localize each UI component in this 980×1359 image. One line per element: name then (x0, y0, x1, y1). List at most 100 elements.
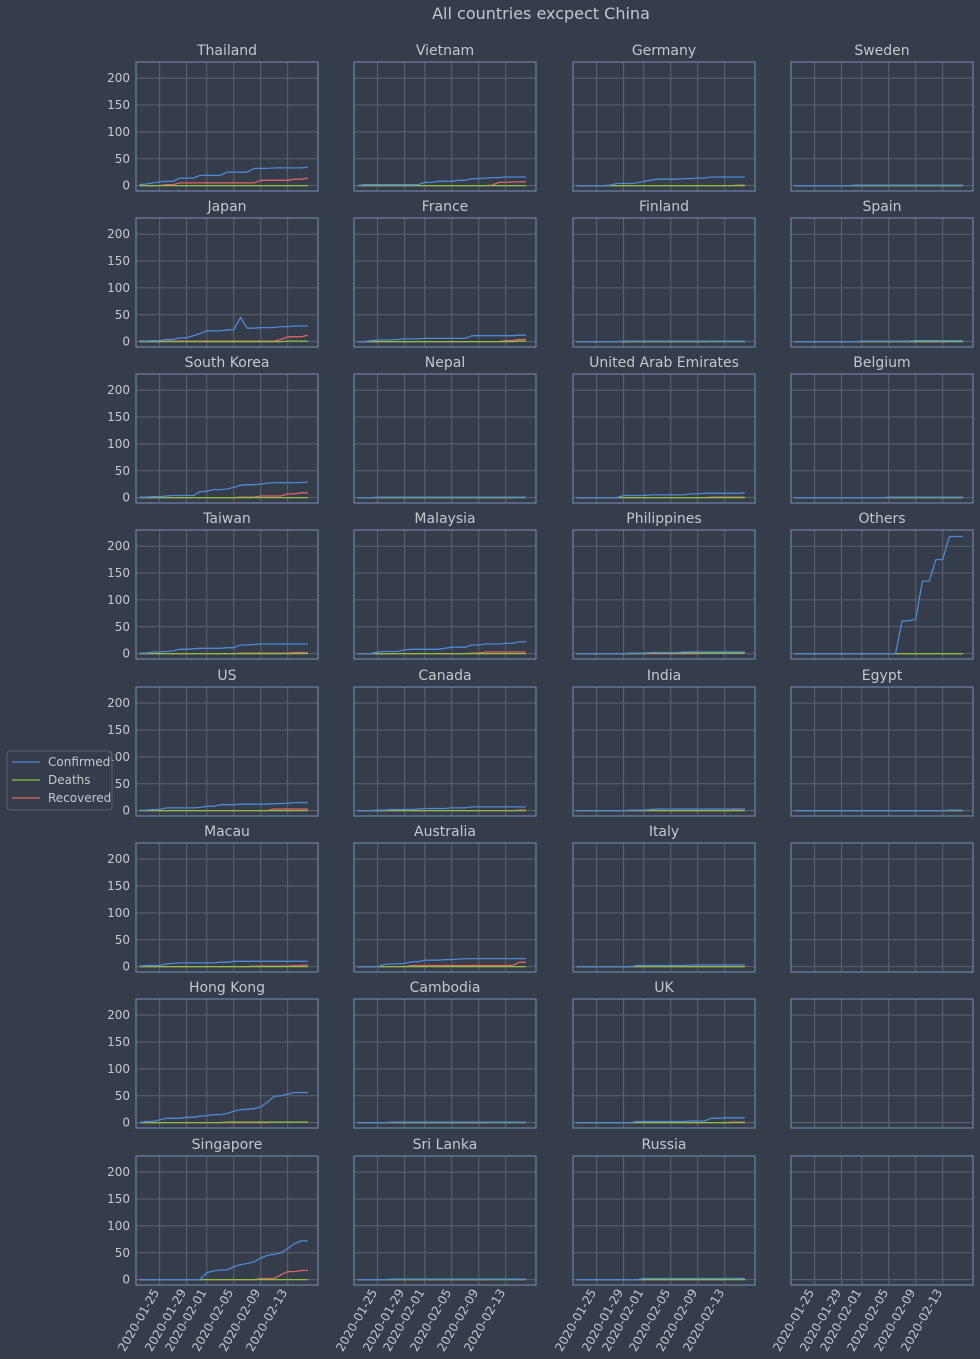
panel-title: Hong Kong (189, 980, 265, 996)
panel-plot-area (791, 218, 973, 347)
panel-plot-area (573, 374, 755, 503)
small-multiples-chart: All countries excpect China Thailand 0 50 1… (0, 0, 980, 1359)
y-tick-label: 150 (107, 410, 130, 424)
panel: United Arab Emirates (572, 355, 756, 504)
series-line-confirmed (794, 809, 963, 812)
panel (790, 998, 974, 1129)
panel-plot-area (136, 687, 318, 816)
panel-plot-area (136, 999, 318, 1128)
y-tick-label: 50 (115, 777, 130, 791)
panel-title: Nepal (425, 355, 465, 371)
panel: Vietnam (353, 43, 537, 192)
panel-plot-area (573, 530, 755, 659)
panel: Taiwan 0 50 100 150 200 (107, 511, 319, 661)
y-tick-label: 200 (107, 696, 130, 710)
y-tick-label: 200 (107, 1165, 130, 1179)
panel-plot-area (354, 218, 536, 347)
panel-title: France (422, 199, 469, 215)
y-tick-label: 0 (122, 1273, 130, 1287)
y-tick-label: 0 (122, 179, 130, 193)
panel-title: India (647, 668, 681, 684)
panel: Nepal (353, 355, 537, 504)
panel-title: Cambodia (410, 980, 481, 996)
legend-label-recovered: Recovered (48, 791, 111, 805)
panel-title: South Korea (185, 355, 270, 371)
panel-title: Russia (641, 1137, 686, 1153)
panel: Philippines (572, 511, 756, 660)
panel: Canada (353, 668, 537, 817)
y-tick-label: 50 (115, 1246, 130, 1260)
series-line-confirmed (357, 496, 526, 499)
panel-plot-area (573, 843, 755, 972)
panel: UK (572, 980, 756, 1129)
panel: Hong Kong 0 50 100 150 200 (107, 980, 319, 1130)
series-line-deaths (139, 1121, 308, 1124)
series-line-deaths (139, 340, 308, 343)
panel: Sweden (790, 43, 974, 192)
panel: Finland (572, 199, 756, 348)
y-tick-label: 100 (107, 1062, 130, 1076)
y-tick-label: 100 (107, 906, 130, 920)
panel-plot-area (573, 1156, 755, 1285)
panel-plot-area (791, 843, 973, 972)
panel: India (572, 668, 756, 817)
panel-title: Germany (632, 43, 696, 59)
y-tick-label: 50 (115, 464, 130, 478)
y-tick-label: 50 (115, 308, 130, 322)
panel-title: Others (858, 511, 905, 527)
y-tick-label: 150 (107, 723, 130, 737)
panel-title: Sri Lanka (413, 1137, 478, 1153)
panel-title: Taiwan (202, 511, 251, 527)
panel: France (353, 199, 537, 348)
panel-title: Finland (639, 199, 689, 215)
panel: Egypt (790, 668, 974, 817)
y-tick-label: 0 (122, 804, 130, 818)
y-tick-label: 50 (115, 933, 130, 947)
y-tick-label: 150 (107, 1035, 130, 1049)
panel: Cambodia (353, 980, 537, 1129)
y-tick-label: 100 (107, 281, 130, 295)
y-tick-label: 150 (107, 1192, 130, 1206)
panel-plot-area (573, 62, 755, 191)
panel: Australia (353, 824, 537, 973)
panel-title: Australia (414, 824, 476, 840)
y-tick-label: 50 (115, 152, 130, 166)
y-tick-label: 100 (107, 1219, 130, 1233)
panel: Thailand 0 50 100 150 200 (107, 43, 319, 193)
y-tick-label: 100 (107, 593, 130, 607)
panel-title: Egypt (862, 668, 903, 684)
y-tick-label: 150 (107, 879, 130, 893)
panel-plot-area (354, 530, 536, 659)
panel-plot-area (136, 530, 318, 659)
panel-title: Vietnam (416, 43, 474, 59)
series-line-confirmed (576, 340, 745, 343)
chart-title: All countries excpect China (432, 4, 650, 23)
panel-title: Canada (418, 668, 471, 684)
series-line-confirmed (357, 1121, 526, 1124)
panel-title: Sweden (854, 43, 909, 59)
panel-title: Philippines (626, 511, 701, 527)
series-line-confirmed (794, 496, 963, 499)
panel-plot-area (136, 1156, 318, 1285)
panel: US050100150200 (107, 668, 319, 818)
y-tick-label: 0 (122, 960, 130, 974)
series-line-confirmed (794, 184, 963, 187)
panel-plot-area (354, 374, 536, 503)
panel-title: United Arab Emirates (589, 355, 739, 371)
panel-plot-area (354, 687, 536, 816)
panel-title: Italy (649, 824, 679, 840)
y-tick-label: 200 (107, 227, 130, 241)
y-tick-label: 50 (115, 620, 130, 634)
panel-plot-area (791, 999, 973, 1128)
y-tick-label: 150 (107, 254, 130, 268)
panel-title: Belgium (853, 355, 910, 371)
legend-label-confirmed: Confirmed (48, 755, 110, 769)
panel-title: Thailand (196, 43, 257, 59)
panel: Macau 0 50 100 150 200 (107, 824, 319, 974)
y-tick-label: 150 (107, 98, 130, 112)
y-tick-label: 50 (115, 1089, 130, 1103)
legend-label-deaths: Deaths (48, 773, 91, 787)
y-tick-label: 0 (122, 335, 130, 349)
panel-plot-area (354, 62, 536, 191)
panel: Germany (572, 43, 756, 192)
